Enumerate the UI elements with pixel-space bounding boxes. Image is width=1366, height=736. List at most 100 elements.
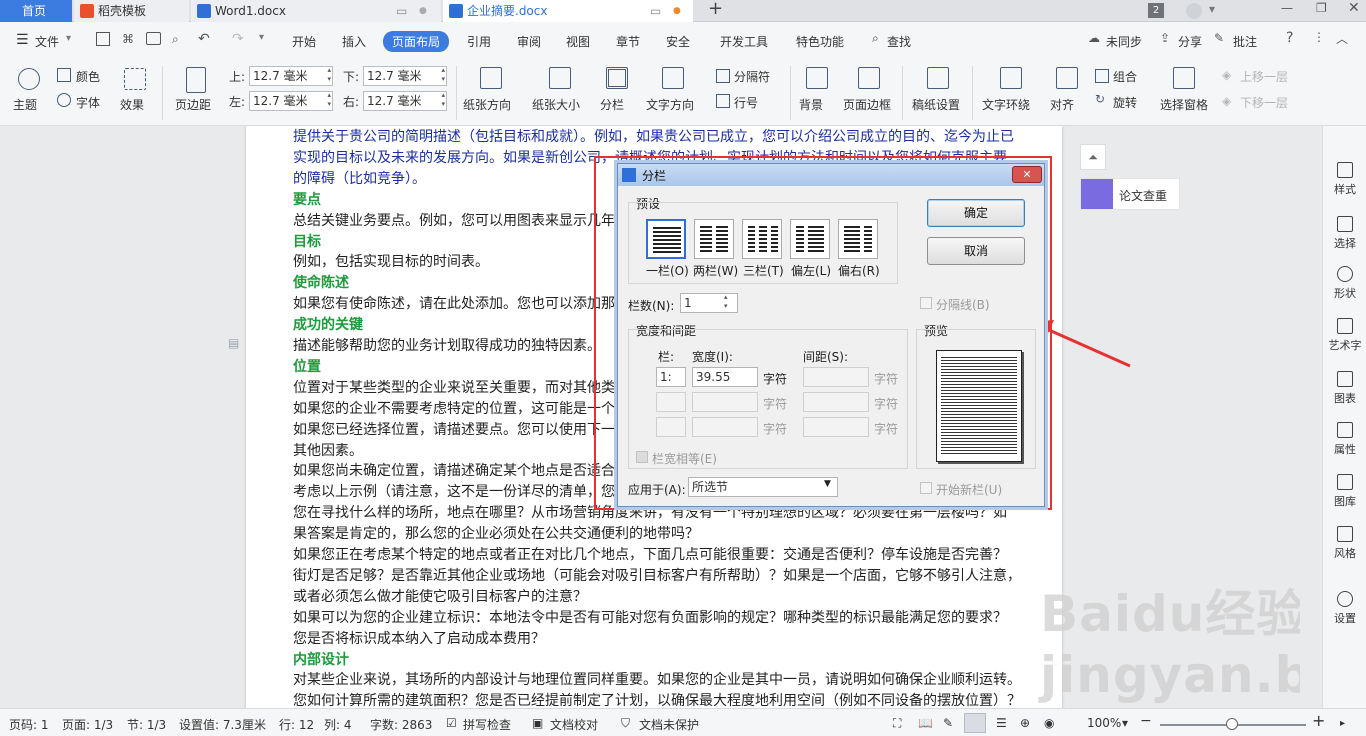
- right-margin-input[interactable]: 12.7 毫米: [363, 91, 447, 111]
- word-count-status[interactable]: 字数: 2863: [370, 716, 432, 733]
- search-icon[interactable]: ⌕: [872, 31, 879, 46]
- menu-file[interactable]: 文件: [35, 33, 59, 50]
- orientation-button[interactable]: 纸张方向: [463, 96, 511, 113]
- bottom-margin-input[interactable]: 12.7 毫米: [363, 66, 447, 86]
- column-3-width-unit[interactable]: 字符: [763, 420, 787, 437]
- column-2-width-input[interactable]: [692, 392, 758, 412]
- share-button[interactable]: 分享: [1178, 33, 1202, 50]
- align-button[interactable]: 对齐: [1050, 96, 1074, 113]
- column-2-width-unit[interactable]: 字符: [763, 395, 787, 412]
- restore-icon[interactable]: ❐: [1316, 1, 1327, 15]
- monitor-icon[interactable]: ▭: [396, 0, 407, 22]
- selection-pane-icon[interactable]: [1173, 67, 1195, 89]
- paper-size-button[interactable]: 纸张大小: [532, 96, 580, 113]
- column-3-spacing-input[interactable]: [803, 417, 869, 437]
- minimize-icon[interactable]: —: [1281, 1, 1293, 15]
- eye-protection-icon[interactable]: ◉: [1044, 716, 1054, 730]
- page-border-button[interactable]: 页面边框: [843, 96, 891, 113]
- send-backward-button[interactable]: 下移一层: [1240, 94, 1288, 111]
- collapse-panel-icon[interactable]: ⏶: [1080, 144, 1106, 170]
- page-count-status[interactable]: 页面: 1/3: [62, 716, 113, 733]
- chart-panel-button[interactable]: 图表: [1323, 371, 1366, 406]
- menu-review[interactable]: 审阅: [517, 33, 541, 50]
- select-panel-button[interactable]: 选择: [1323, 216, 1366, 251]
- theme-button[interactable]: 主题: [13, 96, 37, 113]
- more-options-icon[interactable]: ▸: [1340, 718, 1345, 729]
- background-button[interactable]: 背景: [799, 96, 823, 113]
- read-mode-icon[interactable]: 📖: [918, 716, 933, 730]
- close-window-icon[interactable]: ✕: [1348, 0, 1360, 16]
- align-icon[interactable]: [1056, 67, 1078, 89]
- chevron-down-icon[interactable]: ▾: [1209, 2, 1215, 16]
- num-columns-spinner-icon[interactable]: ▴ ▾: [724, 293, 728, 311]
- group-button[interactable]: 组合: [1113, 68, 1137, 85]
- breaks-button[interactable]: 分隔符: [734, 68, 770, 85]
- bring-forward-button[interactable]: 上移一层: [1240, 68, 1288, 85]
- write-mode-icon[interactable]: ✎: [943, 716, 953, 730]
- collapse-ribbon-icon[interactable]: ︿: [1336, 30, 1348, 47]
- text-wrap-icon[interactable]: [1000, 67, 1022, 89]
- columns-button[interactable]: 分栏: [600, 96, 624, 113]
- line-numbers-button[interactable]: 行号: [734, 94, 758, 111]
- background-icon[interactable]: [806, 67, 828, 89]
- proofread-button[interactable]: 文档校对: [550, 716, 598, 733]
- preset-right[interactable]: [838, 219, 878, 259]
- settings-panel-button[interactable]: 设置: [1323, 591, 1366, 626]
- fullscreen-icon[interactable]: ⛶: [893, 716, 901, 731]
- tab-word1[interactable]: Word1.docx ▭ ●: [191, 0, 441, 22]
- column-1-width-unit[interactable]: 字符: [763, 370, 787, 387]
- menu-reference[interactable]: 引用: [467, 33, 491, 50]
- left-margin-input[interactable]: 12.7 毫米: [249, 91, 333, 111]
- grid-paper-icon[interactable]: [927, 67, 949, 89]
- close-icon[interactable]: ✕: [1012, 166, 1042, 183]
- property-panel-button[interactable]: 属性: [1323, 422, 1366, 457]
- preset-two-columns[interactable]: [694, 219, 734, 259]
- spellcheck-button[interactable]: 拼写检查: [463, 716, 511, 733]
- format-painter-icon[interactable]: ⌘: [122, 32, 134, 46]
- zoom-in-icon[interactable]: +: [1312, 711, 1325, 730]
- print-icon[interactable]: [146, 32, 161, 45]
- paper-size-icon[interactable]: [549, 67, 571, 89]
- sync-status[interactable]: 未同步: [1106, 33, 1142, 50]
- redo-icon[interactable]: ↷: [232, 31, 244, 47]
- zoom-out-icon[interactable]: −: [1140, 713, 1152, 729]
- column-status[interactable]: 列: 4: [324, 716, 352, 733]
- row-status[interactable]: 行: 12: [279, 716, 314, 733]
- print-preview-icon[interactable]: ⌕: [172, 32, 179, 47]
- chevron-down-icon[interactable]: ▼: [824, 479, 831, 489]
- separator-checkbox[interactable]: [920, 297, 932, 309]
- style-panel-button[interactable]: 样式: [1323, 162, 1366, 197]
- column-3-width-input[interactable]: [692, 417, 758, 437]
- tab-template[interactable]: 稻壳模板: [74, 0, 189, 22]
- selection-pane-button[interactable]: 选择窗格: [1160, 96, 1208, 113]
- column-1-spacing-unit[interactable]: 字符: [874, 370, 898, 387]
- avatar[interactable]: [1186, 3, 1202, 19]
- tab-home[interactable]: 首页: [0, 0, 72, 22]
- num-columns-input[interactable]: 1: [680, 293, 738, 313]
- window-count-badge[interactable]: 2: [1148, 3, 1164, 18]
- columns-icon[interactable]: [606, 67, 628, 89]
- menu-find[interactable]: 查找: [887, 33, 911, 50]
- cloud-sync-icon[interactable]: ☁: [1088, 31, 1100, 45]
- shape-panel-button[interactable]: 形状: [1323, 266, 1366, 301]
- gallery-panel-button[interactable]: 图库: [1323, 474, 1366, 509]
- page-number-status[interactable]: 页码: 1: [9, 716, 49, 733]
- grid-paper-button[interactable]: 稿纸设置: [912, 96, 960, 113]
- preset-one-column[interactable]: [646, 219, 686, 259]
- effect-icon[interactable]: [124, 68, 146, 90]
- color-button[interactable]: 颜色: [76, 68, 100, 85]
- text-wrap-button[interactable]: 文字环绕: [982, 96, 1030, 113]
- comment-button[interactable]: 批注: [1233, 33, 1257, 50]
- new-tab-plus-icon[interactable]: +: [708, 0, 723, 19]
- paragraph-handle-icon[interactable]: ▤: [228, 336, 239, 350]
- rotate-button[interactable]: 旋转: [1113, 94, 1137, 111]
- wordart-panel-button[interactable]: 艺术字: [1323, 318, 1366, 353]
- chevron-down-icon[interactable]: ▾: [259, 32, 264, 43]
- column-1-width-input[interactable]: 39.55: [692, 367, 758, 387]
- column-2-spacing-input[interactable]: [803, 392, 869, 412]
- section-status[interactable]: 节: 1/3: [127, 716, 166, 733]
- column-1-spacing-input[interactable]: [803, 367, 869, 387]
- margins-button[interactable]: 页边距: [175, 96, 211, 113]
- orientation-icon[interactable]: [480, 67, 502, 89]
- column-3-spacing-unit[interactable]: 字符: [874, 420, 898, 437]
